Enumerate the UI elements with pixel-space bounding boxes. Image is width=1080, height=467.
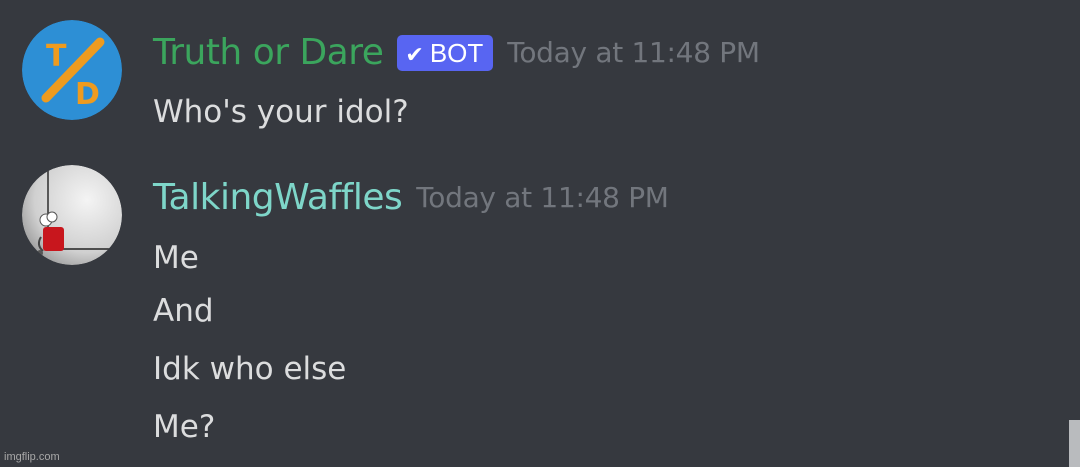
imgflip-watermark: imgflip.com [4,451,60,463]
message-truth-or-dare: T D Truth or Dare ✔ BOT Today at 11:48 PM W… [0,0,1080,150]
author-name[interactable]: TalkingWaffles [153,173,403,223]
avatar-letter-t: T [46,39,67,74]
check-icon: ✔ [405,42,424,67]
message-line: Me [153,240,199,276]
message-talkingwaffles: TalkingWaffles Today at 11:48 PM Me And I… [0,150,1080,467]
bot-tag-label: BOT [429,38,484,68]
message-line: Idk who else [153,351,347,387]
message-line: And [153,293,214,329]
author-name[interactable]: Truth or Dare [153,28,384,78]
message-content: Who's your idol? [153,94,409,130]
avatar-letter-d: D [75,77,100,112]
scrollbar-thumb[interactable] [1069,420,1080,467]
message-header: TalkingWaffles Today at 11:48 PM [153,173,669,223]
truth-or-dare-logo-icon: T D [22,20,122,120]
message-line: Me? [153,409,216,445]
message-header: Truth or Dare ✔ BOT Today at 11:48 PM [153,28,760,78]
talkingwaffles-avatar[interactable] [22,165,122,265]
timestamp[interactable]: Today at 11:48 PM [507,28,760,78]
bot-tag: ✔ BOT [397,35,494,71]
timestamp[interactable]: Today at 11:48 PM [416,173,669,223]
truth-or-dare-avatar[interactable]: T D [22,20,122,120]
user-avatar-image-icon [22,165,122,265]
